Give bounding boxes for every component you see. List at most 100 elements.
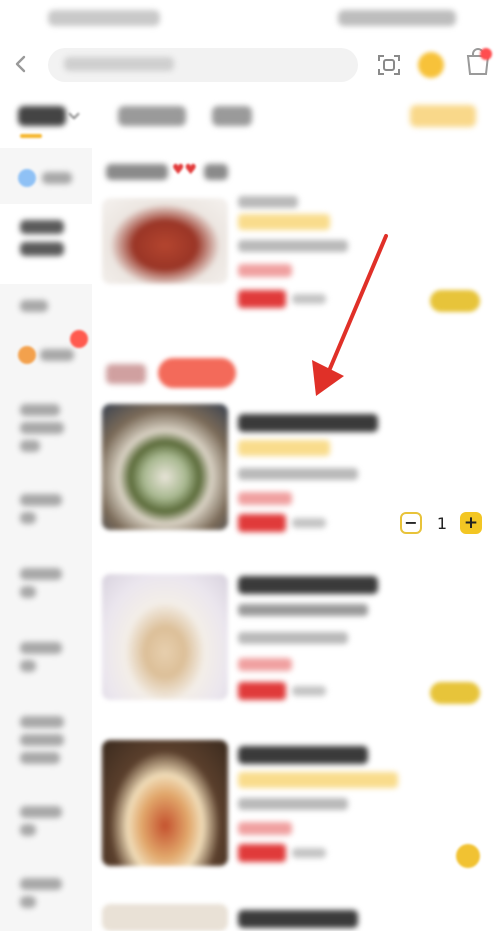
active-tab-underline — [20, 134, 42, 138]
product-discount — [238, 658, 292, 671]
sidebar-item-3[interactable] — [0, 286, 92, 330]
product-price — [238, 514, 286, 532]
tab-third[interactable] — [212, 106, 252, 126]
product-discount — [238, 264, 292, 277]
sidebar-item-8[interactable] — [0, 630, 92, 690]
product-image[interactable] — [102, 574, 228, 700]
scan-icon[interactable] — [376, 52, 402, 78]
sidebar-item-label — [20, 716, 64, 728]
cart-badge — [480, 48, 492, 60]
quantity-value: 1 — [436, 514, 448, 533]
product-title — [238, 414, 378, 432]
section-promo-pill[interactable] — [158, 358, 236, 388]
sidebar-item-label — [20, 642, 62, 654]
back-icon[interactable] — [10, 53, 32, 75]
sidebar-item-label — [40, 349, 74, 361]
sidebar-item-label — [20, 404, 60, 416]
product-title — [238, 746, 368, 764]
search-input[interactable] — [48, 48, 358, 82]
search-placeholder-blurred — [64, 57, 174, 71]
sidebar-item-label — [20, 660, 36, 672]
sidebar-item-1[interactable] — [0, 156, 92, 200]
product-image[interactable] — [102, 904, 228, 931]
category-sidebar — [0, 148, 92, 931]
product-sales — [238, 240, 348, 252]
sidebar-item-5[interactable] — [0, 392, 92, 472]
product-discount — [238, 822, 292, 835]
product-description — [238, 604, 368, 616]
sidebar-item-label — [20, 878, 62, 890]
product-price — [238, 682, 286, 700]
sidebar-item-label — [20, 512, 36, 524]
product-price — [238, 290, 286, 308]
product-title — [238, 576, 378, 594]
product-meta — [238, 196, 298, 208]
sidebar-item-10[interactable] — [0, 798, 92, 858]
add-icon[interactable] — [456, 844, 480, 868]
sidebar-item-7[interactable] — [0, 556, 92, 616]
product-title — [238, 910, 358, 928]
product-card-1[interactable] — [92, 194, 500, 324]
product-original-price — [292, 294, 326, 304]
product-sales — [238, 632, 348, 644]
sidebar-item-label — [20, 300, 48, 312]
sidebar-item-label — [20, 734, 64, 746]
product-image[interactable] — [102, 740, 228, 866]
increase-quantity-button[interactable]: + — [460, 512, 482, 534]
section-tag — [106, 364, 146, 384]
sidebar-item-2-active[interactable] — [0, 204, 92, 284]
chevron-down-icon[interactable] — [68, 108, 80, 120]
sidebar-icon — [18, 346, 36, 364]
sidebar-item-4[interactable] — [0, 330, 92, 378]
tab-active[interactable] — [18, 106, 66, 126]
product-discount — [238, 492, 292, 505]
product-price — [238, 844, 286, 862]
sidebar-item-label — [42, 172, 72, 184]
sidebar-item-label — [20, 752, 60, 764]
quantity-stepper: − 1 + — [400, 512, 484, 538]
sidebar-item-label — [20, 568, 62, 580]
product-image[interactable] — [102, 404, 228, 530]
sidebar-item-label — [20, 494, 62, 506]
sidebar-item-label — [20, 806, 62, 818]
status-bar — [0, 0, 500, 38]
product-sales — [238, 468, 358, 480]
star-icon[interactable] — [418, 52, 444, 78]
product-card-5[interactable] — [92, 904, 500, 931]
product-tag — [238, 440, 330, 456]
sidebar-item-label — [20, 586, 36, 598]
product-original-price — [292, 686, 326, 696]
add-to-cart-button[interactable] — [430, 290, 480, 312]
sidebar-item-label — [20, 422, 64, 434]
tab-second[interactable] — [118, 106, 186, 126]
product-list: ♥♥ — [92, 148, 500, 931]
product-sales — [238, 798, 348, 810]
product-original-price — [292, 848, 326, 858]
decrease-quantity-button[interactable]: − — [400, 512, 422, 534]
sidebar-item-label — [20, 824, 36, 836]
status-icons-blurred — [338, 10, 456, 26]
carrier-text-blurred — [48, 10, 160, 26]
cart-icon[interactable] — [464, 48, 492, 78]
filter-tab-row — [0, 96, 500, 142]
product-image[interactable] — [102, 198, 228, 284]
section-title — [106, 164, 168, 180]
sidebar-item-label — [20, 220, 64, 234]
sidebar-item-label — [20, 242, 64, 256]
sidebar-badge — [70, 330, 88, 348]
sidebar-item-6[interactable] — [0, 482, 92, 542]
nav-bar — [0, 40, 500, 92]
product-tag — [238, 214, 330, 230]
sidebar-icon — [18, 169, 36, 187]
tab-action-button[interactable] — [410, 105, 476, 127]
sidebar-item-label — [20, 896, 36, 908]
heart-icon: ♥♥ — [172, 162, 198, 178]
sidebar-item-11[interactable] — [0, 870, 92, 930]
section-title-suffix — [204, 164, 228, 180]
sidebar-item-9[interactable] — [0, 704, 92, 784]
product-tag — [238, 772, 398, 788]
product-card-4[interactable] — [92, 740, 500, 870]
add-to-cart-button[interactable] — [430, 682, 480, 704]
sidebar-item-label — [20, 440, 40, 452]
product-card-3[interactable] — [92, 574, 500, 710]
